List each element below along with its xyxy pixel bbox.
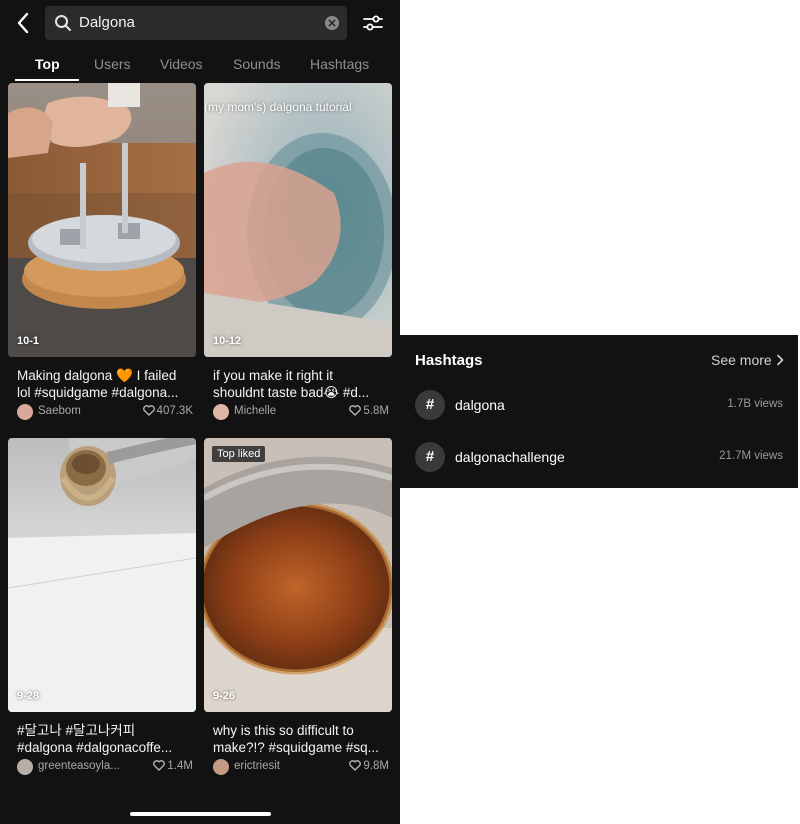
- hashtag-name: dalgona: [455, 397, 505, 413]
- video-thumbnail[interactable]: 10-1: [8, 83, 196, 357]
- like-count: 1.4M: [153, 760, 193, 772]
- heart-icon: [349, 760, 362, 771]
- video-card[interactable]: (my mom's) dalgona tutorial 10-12 if you…: [204, 83, 392, 423]
- like-count-text: 1.4M: [167, 760, 193, 772]
- caption-line: if you make it right it: [213, 368, 334, 383]
- like-count: 5.8M: [349, 405, 389, 417]
- tab-videos[interactable]: Videos: [160, 56, 203, 72]
- hashtag-symbol: #: [425, 396, 435, 413]
- hashtag-views: 21.7M views: [719, 450, 783, 462]
- see-more-link[interactable]: See more: [711, 352, 784, 368]
- caption-line: shouldnt taste bad😭 #d...: [213, 385, 370, 400]
- hashtag-icon: #: [415, 442, 445, 472]
- search-input[interactable]: Dalgona: [45, 6, 347, 40]
- tab-hashtags[interactable]: Hashtags: [310, 56, 369, 72]
- tab-users[interactable]: Users: [94, 56, 131, 72]
- video-date: 10-12: [213, 335, 242, 347]
- caption-line: why is this so difficult to: [213, 723, 354, 738]
- username[interactable]: greenteasoyla...: [38, 760, 120, 772]
- username[interactable]: Michelle: [234, 405, 276, 417]
- username[interactable]: erictriesit: [234, 760, 280, 772]
- see-more-text: See more: [711, 352, 772, 368]
- like-count: 407.3K: [142, 405, 193, 417]
- video-date: 9-28: [17, 690, 40, 702]
- clear-icon[interactable]: [324, 15, 340, 31]
- hashtag-views: 1.7B views: [727, 398, 783, 410]
- top-liked-badge: Top liked: [212, 446, 266, 462]
- avatar[interactable]: [213, 759, 229, 775]
- top-bar: Dalgona: [0, 0, 400, 46]
- username[interactable]: Saebom: [38, 405, 81, 417]
- avatar[interactable]: [213, 404, 229, 420]
- video-caption: if you make it right it shouldnt taste b…: [213, 367, 388, 401]
- video-card[interactable]: Top liked 9-26 why is this so difficult …: [204, 438, 392, 778]
- chevron-right-icon: [776, 354, 784, 366]
- tab-top[interactable]: Top: [35, 56, 60, 72]
- like-count-text: 407.3K: [156, 405, 193, 417]
- video-card[interactable]: 9-28 #달고나 #달고나커피 #dalgona #dalgonacoffe.…: [8, 438, 196, 778]
- avatar[interactable]: [17, 759, 33, 775]
- hashtag-name: dalgonachallenge: [455, 449, 565, 465]
- heart-icon: [153, 760, 166, 771]
- search-query-text: Dalgona: [79, 14, 135, 31]
- search-results-screen: Dalgona Top Users Videos Sounds Hashtags: [0, 0, 400, 824]
- like-count-text: 5.8M: [363, 405, 389, 417]
- hashtag-row[interactable]: # dalgonachallenge 21.7M views: [400, 434, 798, 480]
- video-date: 10-1: [17, 335, 40, 347]
- video-overlay-text: (my mom's) dalgona tutorial: [204, 100, 352, 114]
- like-count-text: 9.8M: [363, 760, 389, 772]
- caption-line: lol #squidgame #dalgona...: [17, 385, 179, 400]
- video-caption: Making dalgona 🧡 I failed lol #squidgame…: [17, 367, 192, 401]
- tab-sounds[interactable]: Sounds: [233, 56, 280, 72]
- video-meta: erictriesit 9.8M: [213, 758, 389, 776]
- filter-icon[interactable]: [362, 12, 384, 34]
- home-indicator[interactable]: [130, 812, 271, 816]
- back-arrow-icon: [17, 12, 29, 34]
- hashtags-section-title: Hashtags: [415, 352, 483, 369]
- avatar[interactable]: [17, 404, 33, 420]
- caption-line: #달고나 #달고나커피: [17, 723, 136, 738]
- hashtag-icon: #: [415, 390, 445, 420]
- video-thumbnail[interactable]: (my mom's) dalgona tutorial 10-12: [204, 83, 392, 357]
- video-meta: Michelle 5.8M: [213, 403, 389, 421]
- hashtags-section: Hashtags See more # dalgona 1.7B views #…: [400, 335, 798, 488]
- heart-icon: [142, 405, 155, 416]
- hashtag-symbol: #: [425, 448, 435, 465]
- video-caption: why is this so difficult to make?!? #squ…: [213, 722, 388, 756]
- video-meta: Saebom 407.3K: [17, 403, 193, 421]
- search-icon: [55, 15, 71, 31]
- video-meta: greenteasoyla... 1.4M: [17, 758, 193, 776]
- video-thumbnail[interactable]: Top liked 9-26: [204, 438, 392, 712]
- video-card[interactable]: 10-1 Making dalgona 🧡 I failed lol #squi…: [8, 83, 196, 423]
- caption-line: Making dalgona 🧡 I failed: [17, 368, 177, 383]
- results-tabs: Top Users Videos Sounds Hashtags: [0, 46, 400, 82]
- caption-line: #dalgona #dalgonacoffe...: [17, 740, 173, 755]
- like-count: 9.8M: [349, 760, 389, 772]
- caption-line: make?!? #squidgame #sq...: [213, 740, 379, 755]
- heart-icon: [349, 405, 362, 416]
- video-date: 9-26: [213, 690, 236, 702]
- active-tab-indicator: [15, 79, 79, 81]
- video-caption: #달고나 #달고나커피 #dalgona #dalgonacoffe...: [17, 722, 192, 756]
- hashtag-row[interactable]: # dalgona 1.7B views: [400, 382, 798, 428]
- video-thumbnail[interactable]: 9-28: [8, 438, 196, 712]
- back-button[interactable]: [12, 9, 36, 37]
